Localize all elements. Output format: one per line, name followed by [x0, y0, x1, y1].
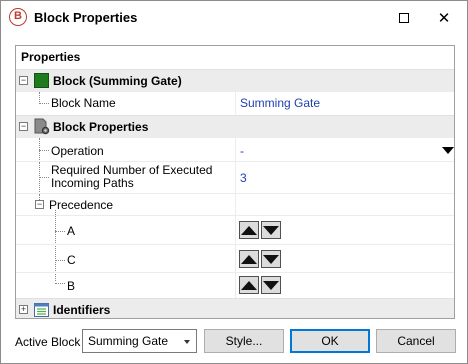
ok-button[interactable]: OK [290, 329, 370, 353]
prop-row-precedence[interactable]: − Precedence [16, 193, 454, 215]
category-block[interactable]: − Block (Summing Gate) [16, 69, 454, 91]
down-arrow-icon [263, 280, 279, 290]
move-up-button[interactable] [239, 250, 259, 268]
prop-value-required-paths[interactable]: 3 [240, 171, 247, 185]
category-block-properties[interactable]: − Block Properties [16, 115, 454, 137]
down-arrow-icon [263, 254, 279, 264]
window-title: Block Properties [34, 10, 138, 25]
precedence-item[interactable]: B [16, 272, 454, 298]
prop-row-block-name[interactable]: Block Name Summing Gate [16, 91, 454, 114]
close-button[interactable]: ✕ [421, 1, 467, 34]
active-block-select[interactable]: Summing Gate [82, 329, 197, 353]
prop-value-operation[interactable]: - [240, 144, 244, 158]
maximize-icon [399, 12, 409, 23]
prop-row-required-paths[interactable]: Required Number of Executed Incoming Pat… [16, 161, 454, 194]
prop-value-block-name[interactable]: Summing Gate [240, 96, 320, 110]
move-up-button[interactable] [239, 276, 259, 294]
category-identifiers-label: Identifiers [53, 303, 111, 317]
prop-row-operation[interactable]: Operation - [16, 137, 454, 162]
collapse-icon[interactable]: − [19, 122, 28, 131]
page-gear-icon [34, 118, 50, 135]
up-arrow-icon [241, 280, 257, 290]
cancel-button[interactable]: Cancel [376, 329, 456, 353]
move-down-button[interactable] [261, 276, 281, 294]
category-identifiers[interactable]: + Identifiers [16, 298, 454, 318]
precedence-item-label: C [67, 253, 76, 267]
active-block-value: Summing Gate [88, 334, 169, 348]
down-arrow-icon [263, 225, 279, 235]
precedence-item[interactable]: A [16, 215, 454, 244]
category-block-label: Block (Summing Gate) [53, 74, 182, 88]
precedence-item-label: B [67, 279, 76, 293]
move-down-button[interactable] [261, 221, 281, 239]
move-down-button[interactable] [261, 250, 281, 268]
category-block-properties-label: Block Properties [53, 120, 149, 134]
expand-icon[interactable]: + [19, 305, 28, 314]
chevron-down-icon [184, 340, 190, 344]
active-block-label: Active Block [15, 335, 81, 349]
precedence-collapse-icon[interactable]: − [35, 200, 44, 209]
dialog-footer: Active Block Summing Gate Style... OK Ca… [1, 323, 467, 363]
calendar-list-icon [34, 302, 49, 317]
prop-name-operation: Operation [51, 144, 104, 158]
style-button[interactable]: Style... [204, 329, 284, 353]
green-block-icon [34, 73, 49, 88]
up-arrow-icon [241, 254, 257, 264]
move-up-button[interactable] [239, 221, 259, 239]
precedence-item-label: A [67, 224, 76, 238]
dropdown-arrow-icon[interactable] [442, 147, 454, 154]
precedence-item[interactable]: C [16, 244, 454, 272]
properties-header: Properties [21, 50, 81, 64]
collapse-icon[interactable]: − [19, 76, 28, 85]
prop-name-precedence: Precedence [49, 198, 114, 212]
prop-name-required-paths: Required Number of Executed Incoming Pat… [51, 163, 213, 190]
block-properties-dialog: B Block Properties ✕ Properties − Block … [0, 0, 468, 364]
close-icon: ✕ [437, 9, 451, 27]
prop-name-block-name: Block Name [51, 96, 116, 110]
up-arrow-icon [241, 225, 257, 235]
properties-grid: Properties − Block (Summing Gate) Block … [15, 45, 455, 319]
title-bar: B Block Properties ✕ [1, 1, 467, 34]
app-logo-icon: B [9, 8, 27, 26]
